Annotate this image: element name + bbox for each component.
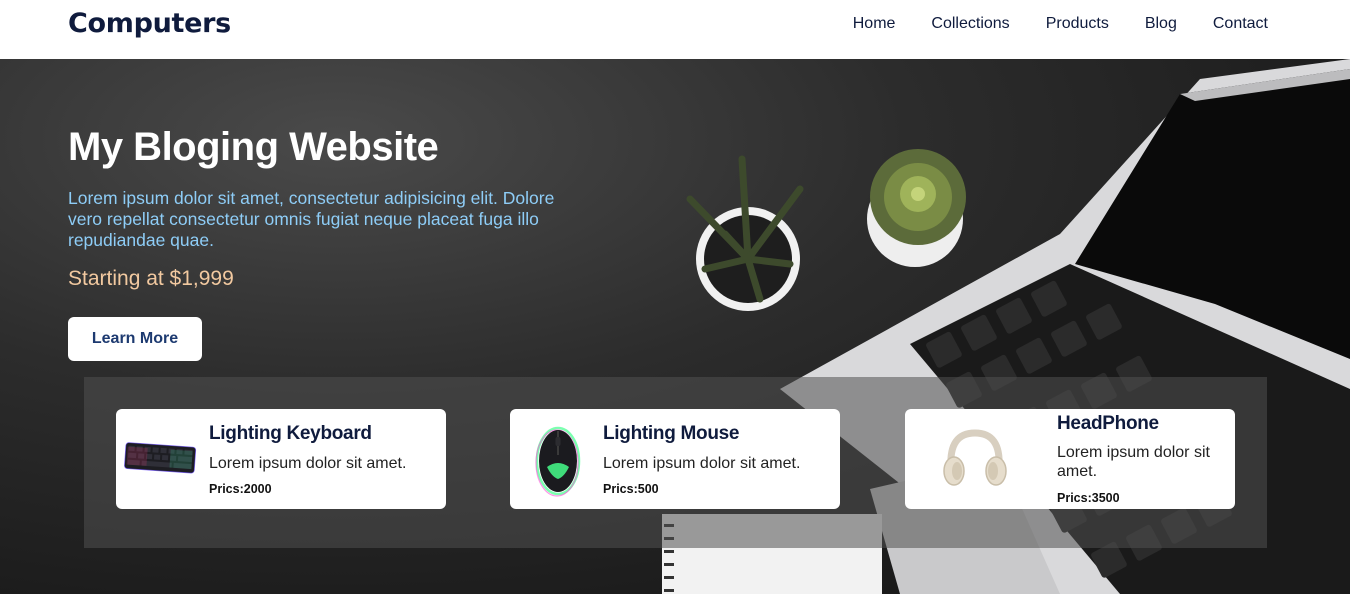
nav-products[interactable]: Products (1046, 15, 1109, 33)
product-card-mouse[interactable]: Lighting Mouse Lorem ipsum dolor sit ame… (510, 409, 840, 509)
product-card-headphone[interactable]: HeadPhone Lorem ipsum dolor sit amet. Pr… (905, 409, 1235, 509)
product-price: Prics:2000 (209, 482, 272, 496)
nav-blog[interactable]: Blog (1145, 15, 1177, 33)
product-name: HeadPhone (1057, 413, 1159, 434)
plant-pot-left (686, 155, 804, 311)
mouse-icon (535, 426, 581, 497)
learn-more-button[interactable]: Learn More (68, 317, 202, 361)
product-name: Lighting Mouse (603, 423, 740, 444)
hero-title: My Bloging Website (68, 125, 439, 169)
product-description: Lorem ipsum dolor sit amet. (209, 455, 407, 472)
site-logo[interactable]: Computers (68, 8, 231, 39)
product-price: Prics:3500 (1057, 491, 1120, 505)
product-description: Lorem ipsum dolor sit amet. (603, 455, 801, 472)
hero-section: My Bloging Website Lorem ipsum dolor sit… (0, 59, 1350, 594)
nav-home[interactable]: Home (853, 15, 896, 33)
product-name: Lighting Keyboard (209, 423, 372, 444)
product-strip: Lighting Keyboard Lorem ipsum dolor sit … (84, 377, 1267, 548)
headphone-icon (943, 429, 1007, 486)
hero-description: Lorem ipsum dolor sit amet, consectetur … (68, 188, 555, 250)
main-nav: Home Collections Products Blog Contact (853, 15, 1268, 33)
product-description: Lorem ipsum dolor sit amet. (1057, 444, 1210, 480)
plant-pot-right (867, 149, 966, 267)
nav-collections[interactable]: Collections (931, 15, 1009, 33)
keyboard-icon (124, 442, 197, 474)
site-header: Computers Home Collections Products Blog… (0, 0, 1350, 59)
hero-price: Starting at $1,999 (68, 267, 234, 290)
product-price: Prics:500 (603, 482, 659, 496)
nav-contact[interactable]: Contact (1213, 15, 1268, 33)
product-card-keyboard[interactable]: Lighting Keyboard Lorem ipsum dolor sit … (116, 409, 446, 509)
